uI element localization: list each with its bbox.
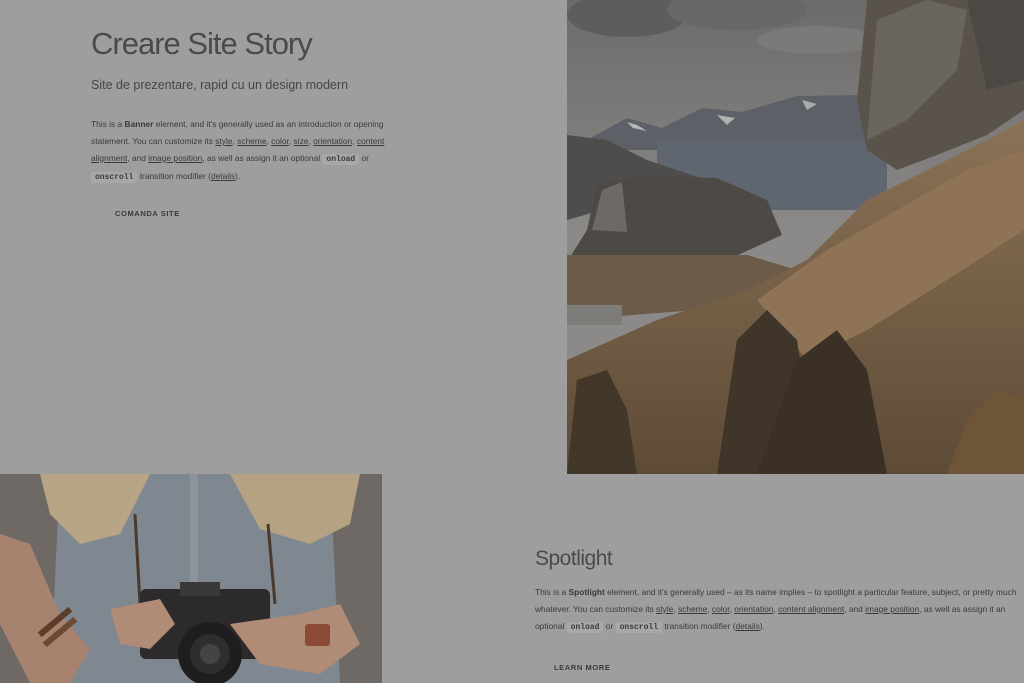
link-content-alignment[interactable]: content alignment bbox=[778, 604, 844, 614]
photographer-camera-image bbox=[0, 474, 382, 683]
link-size[interactable]: size bbox=[294, 136, 309, 146]
link-details[interactable]: details bbox=[736, 621, 760, 631]
link-details[interactable]: details bbox=[211, 171, 235, 181]
banner-title: Creare Site Story bbox=[91, 26, 313, 61]
spotlight-title: Spotlight bbox=[535, 547, 613, 570]
text-fragment: transition modifier ( bbox=[137, 171, 211, 182]
text-fragment: or bbox=[603, 620, 616, 631]
link-orientation[interactable]: orientation bbox=[313, 136, 352, 146]
text-fragment: , as well as assign it an optional bbox=[202, 152, 323, 163]
link-scheme[interactable]: scheme bbox=[678, 604, 707, 614]
text-fragment: , and bbox=[127, 152, 149, 163]
text-fragment: , and bbox=[844, 603, 866, 614]
link-image-position[interactable]: image position bbox=[148, 153, 202, 163]
text-fragment: ). bbox=[235, 171, 241, 182]
text-fragment: or bbox=[359, 152, 370, 163]
link-orientation[interactable]: orientation bbox=[734, 604, 773, 614]
text-fragment: This is a bbox=[91, 119, 125, 129]
code-onscroll: onscroll bbox=[615, 621, 662, 633]
link-color[interactable]: color bbox=[271, 136, 289, 146]
code-onscroll: onscroll bbox=[91, 172, 138, 184]
code-onload: onload bbox=[566, 621, 604, 633]
banner-keyword: Banner bbox=[124, 119, 154, 129]
mountain-landscape-image bbox=[567, 0, 1024, 474]
text-fragment: ). bbox=[759, 620, 765, 631]
banner-description: This is a Banner element, and it's gener… bbox=[91, 119, 385, 184]
banner-content: Creare Site Story Site de prezentare, ra… bbox=[91, 26, 411, 196]
code-onload: onload bbox=[322, 153, 360, 165]
text-fragment: This is a bbox=[535, 587, 569, 597]
link-style[interactable]: style bbox=[656, 604, 673, 614]
banner-subtitle: Site de prezentare, rapid cu un design m… bbox=[91, 78, 349, 92]
spotlight-content: Spotlight This is a Spotlight element, a… bbox=[535, 546, 1024, 645]
text-fragment: transition modifier ( bbox=[662, 620, 736, 631]
link-image-position[interactable]: image position bbox=[865, 604, 919, 614]
comanda-site-button[interactable]: Comanda site bbox=[115, 209, 180, 218]
learn-more-button[interactable]: Learn More bbox=[554, 663, 610, 672]
link-scheme[interactable]: scheme bbox=[237, 136, 266, 146]
spotlight-description: This is a Spotlight element, and it's ge… bbox=[535, 587, 1017, 633]
link-color[interactable]: color bbox=[712, 604, 730, 614]
link-style[interactable]: style bbox=[215, 136, 232, 146]
spotlight-keyword: Spotlight bbox=[568, 587, 605, 597]
